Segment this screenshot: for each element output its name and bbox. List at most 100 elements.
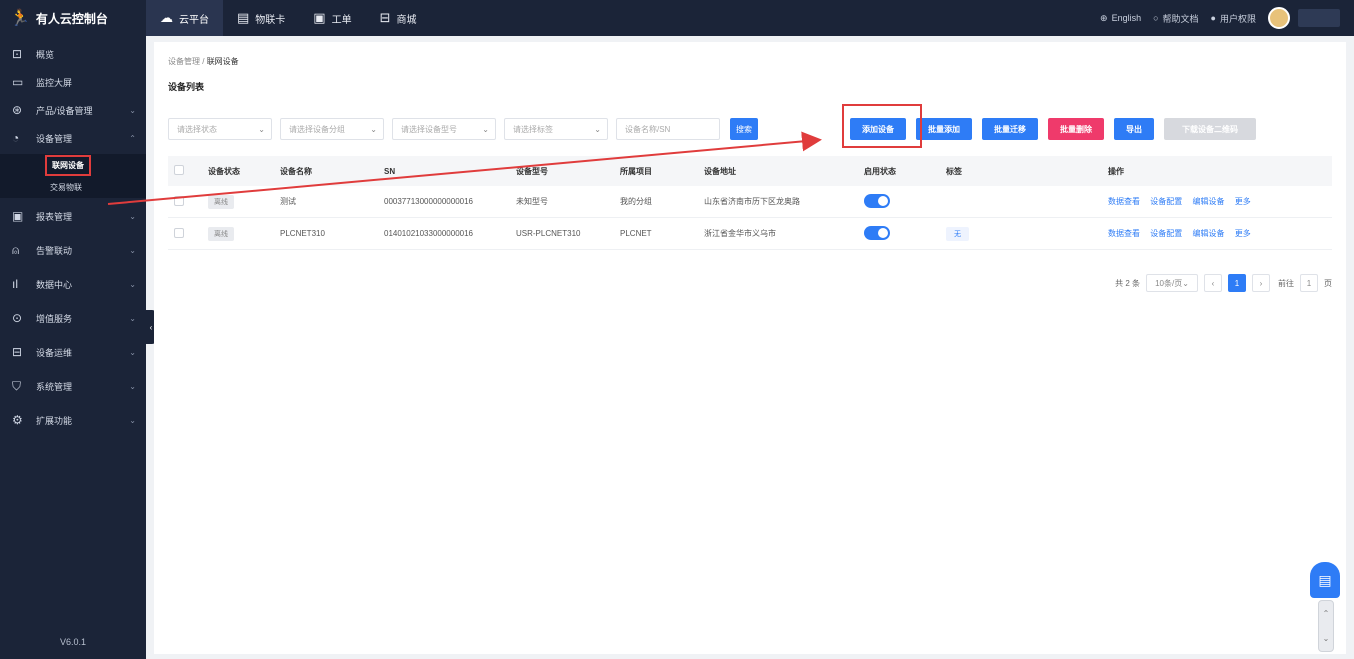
monitor-icon: ▭ [12, 75, 24, 89]
project-cell: 我的分组 [620, 197, 652, 206]
device-config-link[interactable]: 设备配置 [1150, 197, 1182, 206]
input-placeholder: 设备名称/SN [625, 124, 671, 134]
goto-page-input[interactable]: 1 [1300, 274, 1318, 292]
model-cell: USR-PLCNET310 [516, 229, 581, 238]
topnav-ticket[interactable]: ▣ 工单 [299, 0, 365, 36]
breadcrumb: 设备管理 / 联网设备 [168, 56, 239, 67]
edit-device-link[interactable]: 编辑设备 [1192, 229, 1224, 238]
topnav-label: 工单 [331, 14, 352, 26]
device-name-cell: 测试 [280, 197, 296, 206]
download-qrcode-button[interactable]: 下载设备二维码 [1164, 118, 1256, 140]
sidebar-item-data[interactable]: ıl 数据中心 ⌄ [0, 272, 146, 296]
device-table: 设备状态 设备名称 SN 设备型号 所属项目 设备地址 启用状态 标签 操作 离… [168, 156, 1332, 250]
tag-cell: 无 [940, 226, 1102, 241]
header-enabled: 启用状态 [864, 166, 896, 176]
page-number-current[interactable]: 1 [1228, 274, 1246, 292]
search-input[interactable]: 设备名称/SN [616, 118, 720, 140]
sidebar-item-report[interactable]: ▣ 报表管理 ⌄ [0, 204, 146, 228]
document-icon: ▤ [1318, 571, 1332, 588]
language-switch[interactable]: ⊕ English [1100, 13, 1141, 24]
header-address: 设备地址 [704, 166, 736, 176]
view-data-link[interactable]: 数据查看 [1108, 229, 1140, 238]
topnav-label: 云平台 [179, 14, 209, 26]
topnav-label: 商城 [396, 14, 417, 26]
topnav-label: 物联卡 [255, 14, 286, 26]
top-right: ⊕ English ○ 帮助文档 ● 用户权限 [1088, 0, 1354, 36]
batch-delete-button[interactable]: 批量删除 [1048, 118, 1104, 140]
next-page-button[interactable]: › [1252, 274, 1270, 292]
topnav-store[interactable]: ⊟ 商城 [366, 0, 431, 36]
brand[interactable]: 🏃 有人云控制台 [0, 0, 146, 36]
sidebar-item-extension[interactable]: ⚙ 扩展功能 ⌄ [0, 408, 146, 432]
person-logo-icon: 🏃 [10, 10, 30, 27]
row-checkbox[interactable] [174, 227, 184, 238]
batch-add-button[interactable]: 批量添加 [916, 118, 972, 140]
help-link[interactable]: ○ 帮助文档 [1153, 12, 1198, 25]
chevron-up-icon: ⌃ [129, 133, 136, 143]
sidebar-item-alarm[interactable]: ⍝ 告警联动 ⌄ [0, 238, 146, 262]
batch-migrate-button[interactable]: 批量迁移 [982, 118, 1038, 140]
status-select[interactable]: 请选择状态 ⌄ [168, 118, 272, 140]
device-config-link[interactable]: 设备配置 [1150, 229, 1182, 238]
prev-page-button[interactable]: ‹ [1204, 274, 1222, 292]
enabled-toggle[interactable] [864, 193, 890, 208]
page-size-select[interactable]: 10条/页 ⌄ [1146, 274, 1198, 292]
card-icon: ▤ [237, 10, 250, 25]
user-name-box[interactable] [1298, 9, 1340, 27]
tag-select[interactable]: 请选择标签 ⌄ [504, 118, 608, 140]
avatar[interactable] [1268, 7, 1290, 29]
header-ops: 操作 [1108, 166, 1124, 176]
chevron-down-icon: ⌄ [1322, 634, 1330, 643]
sidebar-item-label: 告警联动 [36, 245, 73, 256]
select-placeholder: 请选择标签 [513, 124, 553, 134]
model-select[interactable]: 请选择设备型号 ⌄ [392, 118, 496, 140]
more-link[interactable]: 更多 [1235, 197, 1251, 206]
chevron-up-icon: ⌃ [1322, 609, 1330, 618]
goto-label: 前往 [1278, 278, 1294, 288]
filter-bar: 请选择状态 ⌄ 请选择设备分组 ⌄ 请选择设备型号 ⌄ 请选择标签 ⌄ 设备名称… [168, 118, 758, 140]
header-checkbox-cell [168, 165, 202, 177]
enabled-toggle[interactable] [864, 225, 890, 240]
header-project: 所属项目 [620, 166, 652, 176]
sidebar-item-ops[interactable]: ⊟ 设备运维 ⌄ [0, 340, 146, 364]
user-center-link[interactable]: ● 用户权限 [1211, 12, 1256, 25]
sidebar-subitem-networked-devices[interactable]: 联网设备 [0, 154, 146, 176]
sidebar-item-label: 产品/设备管理 [36, 105, 93, 116]
table-header: 设备状态 设备名称 SN 设备型号 所属项目 设备地址 启用状态 标签 操作 [168, 156, 1332, 186]
view-data-link[interactable]: 数据查看 [1108, 197, 1140, 206]
sidebar-item-monitor[interactable]: ▭ 监控大屏 [0, 70, 146, 94]
sidebar-item-label: 系统管理 [36, 381, 73, 392]
chevron-down-icon: ⌄ [129, 279, 136, 289]
sidebar-item-label: 增值服务 [36, 313, 73, 324]
edit-device-link[interactable]: 编辑设备 [1192, 197, 1224, 206]
scroll-helper[interactable]: ⌃ ⌄ [1318, 600, 1334, 652]
model-cell: 未知型号 [516, 197, 548, 206]
sidebar-item-label: 设备运维 [36, 347, 73, 358]
page-size-label: 10条/页 [1155, 278, 1183, 288]
chevron-left-icon: ‹ [149, 322, 153, 332]
sidebar-item-service[interactable]: ⊙ 增值服务 ⌄ [0, 306, 146, 330]
topnav-cloud[interactable]: ☁ 云平台 [146, 0, 223, 36]
main-content: 设备管理 / 联网设备 设备列表 请选择状态 ⌄ 请选择设备分组 ⌄ 请选择设备… [154, 42, 1346, 654]
sidebar-subitem-trade[interactable]: 交易物联 [0, 176, 146, 198]
sidebar-item-product[interactable]: ⊛ 产品/设备管理 ⌄ [0, 98, 146, 122]
service-icon: ⊙ [12, 311, 23, 325]
header-model: 设备型号 [516, 166, 548, 176]
row-checkbox[interactable] [174, 195, 184, 206]
chevron-down-icon: ⌄ [129, 313, 136, 323]
device-icon: ◔ [12, 131, 20, 145]
select-all-checkbox[interactable] [174, 165, 184, 175]
document-helper-button[interactable]: ▤ [1310, 562, 1340, 598]
sidebar-item-system[interactable]: ⛉ 系统管理 ⌄ [0, 374, 146, 398]
sidebar-item-overview[interactable]: ⊡ 概览 [0, 42, 146, 66]
sidebar-item-device[interactable]: ◔ 设备管理 ⌃ [0, 126, 146, 150]
more-link[interactable]: 更多 [1235, 229, 1251, 238]
search-button[interactable]: 搜索 [730, 118, 758, 140]
header-status: 设备状态 [208, 166, 240, 176]
topnav-card[interactable]: ▤ 物联卡 [223, 0, 299, 36]
group-select[interactable]: 请选择设备分组 ⌄ [280, 118, 384, 140]
breadcrumb-parent[interactable]: 设备管理 [168, 57, 200, 66]
sidebar-subitem-label: 交易物联 [50, 182, 82, 192]
export-button[interactable]: 导出 [1114, 118, 1154, 140]
table-row: 离线 PLCNET310 01401021033000000016 USR-PL… [168, 218, 1332, 250]
